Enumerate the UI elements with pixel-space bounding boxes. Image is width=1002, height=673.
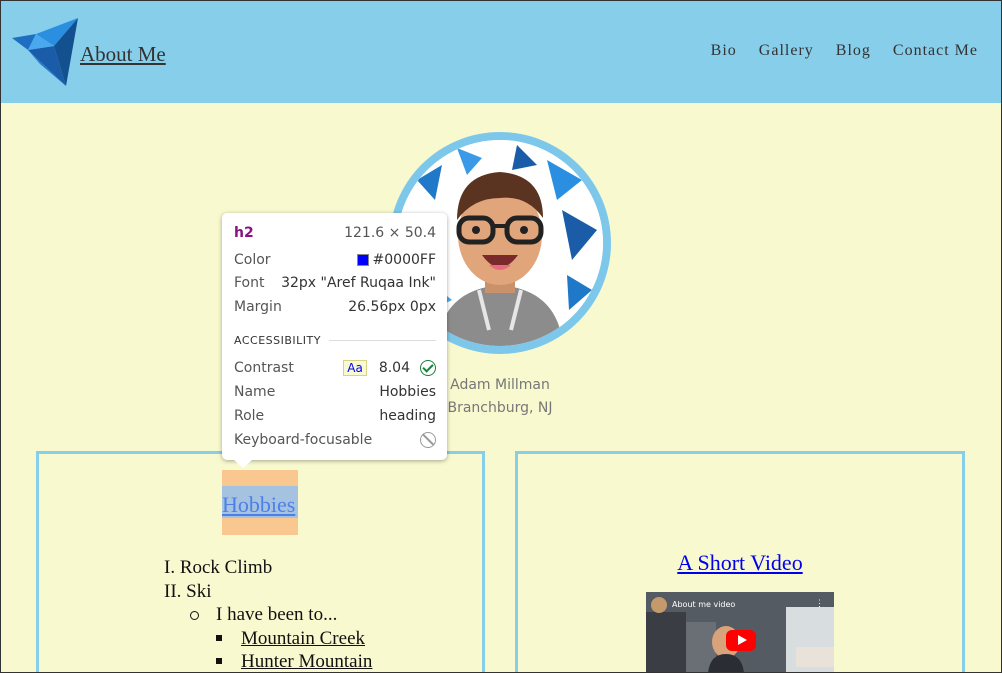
main-nav: Bio Gallery Blog Contact Me: [711, 42, 978, 60]
youtube-play-icon[interactable]: [726, 630, 756, 651]
nav-blog[interactable]: Blog: [836, 42, 871, 60]
tooltip-row-name: Name Hobbies: [234, 384, 436, 400]
element-tag: h2: [234, 225, 254, 241]
accessibility-section-title: ACCESSIBILITY: [234, 334, 436, 347]
hobbies-heading-link[interactable]: Hobbies: [222, 492, 295, 518]
tooltip-row-role: Role heading: [234, 408, 436, 424]
list-item: I have been to...: [164, 603, 372, 627]
tooltip-row-font: Font 32px "Aref Ruqaa Ink": [234, 275, 436, 291]
video-embed[interactable]: About me video ⋮: [646, 592, 834, 673]
tooltip-row-contrast: Contrast Aa 8.04: [234, 360, 436, 376]
tooltip-row-color: Color #0000FF: [234, 252, 436, 268]
list-item: Mountain Creek: [164, 627, 372, 651]
origami-bird-icon[interactable]: [10, 16, 80, 88]
site-header: About Me Bio Gallery Blog Contact Me: [0, 0, 1002, 103]
check-circle-icon: [420, 360, 436, 376]
devtools-inspect-tooltip: h2 121.6 × 50.4 Color #0000FF Font 32px …: [222, 213, 447, 468]
nav-bio[interactable]: Bio: [711, 42, 737, 60]
list-item: I. Rock Climb: [164, 557, 273, 578]
video-heading-link[interactable]: A Short Video: [515, 550, 965, 576]
contrast-sample: Aa: [343, 360, 367, 376]
list-item: II. Ski: [164, 580, 212, 602]
nav-contact-me[interactable]: Contact Me: [893, 42, 978, 60]
list-item: Hunter Mountain: [164, 650, 372, 673]
profile-location: Branchburg, NJ: [447, 400, 553, 416]
hunter-mountain-link[interactable]: Hunter Mountain: [216, 651, 372, 672]
color-swatch: [356, 254, 369, 266]
more-vertical-icon[interactable]: ⋮: [815, 598, 824, 609]
tooltip-row-keyboard: Keyboard-focusable: [234, 432, 436, 448]
channel-avatar[interactable]: [651, 597, 667, 613]
tooltip-row-margin: Margin 26.56px 0px: [234, 299, 436, 315]
site-title-link[interactable]: About Me: [80, 42, 166, 67]
mountain-creek-link[interactable]: Mountain Creek: [216, 628, 365, 649]
element-dimensions: 121.6 × 50.4: [344, 225, 436, 241]
not-focusable-icon: [420, 432, 436, 448]
video-caption: About me video: [672, 600, 736, 609]
hobbies-list: I. Rock Climb II. Ski I have been to... …: [164, 556, 372, 673]
nav-gallery[interactable]: Gallery: [759, 42, 814, 60]
tooltip-header: h2 121.6 × 50.4: [234, 225, 436, 241]
profile-name: Adam Millman: [450, 377, 550, 393]
